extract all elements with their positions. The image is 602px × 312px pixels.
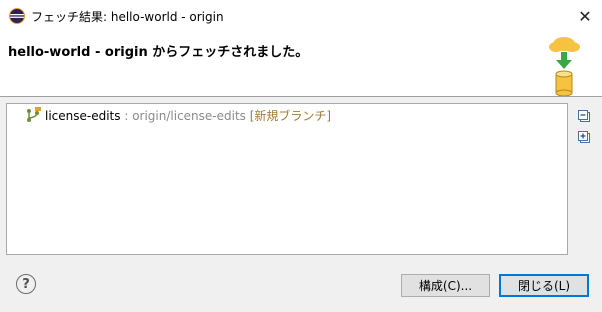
remote-ref: origin/license-edits — [132, 109, 246, 123]
branch-status: [新規ブランチ] — [245, 109, 332, 123]
expand-all-icon[interactable] — [578, 131, 592, 145]
header-message: hello-world - origin からフェッチされました。 — [8, 41, 308, 60]
tree-item-branch[interactable]: license-edits : origin/license-edits [新規… — [25, 107, 331, 125]
header-message-suffix: からフェッチされました。 — [147, 45, 309, 60]
close-button[interactable]: 閉じる(L) — [499, 274, 589, 297]
fetch-cloud-icon — [549, 37, 580, 96]
remote-name: origin — [104, 45, 148, 60]
title-bar: フェッチ結果: hello-world - origin ✕ — [0, 0, 602, 32]
branch-separator: : — [120, 109, 133, 123]
configure-button[interactable]: 構成(C)... — [401, 274, 490, 297]
configure-button-label: 構成(C)... — [418, 279, 473, 293]
help-button[interactable]: ? — [16, 274, 36, 294]
repo-name: hello-world — [8, 45, 91, 60]
eclipse-logo-icon — [9, 8, 25, 24]
window-title: フェッチ結果: hello-world - origin — [31, 10, 224, 24]
close-button-label: 閉じる(L) — [517, 279, 571, 293]
fetch-result-tree[interactable]: license-edits : origin/license-edits [新規… — [6, 103, 568, 255]
branch-name: license-edits — [45, 109, 121, 123]
dialog-header: hello-world - origin からフェッチされました。 — [0, 32, 602, 96]
close-icon: ✕ — [578, 6, 592, 26]
branch-icon — [27, 107, 41, 122]
header-dash: - — [90, 45, 105, 60]
help-icon: ? — [22, 276, 30, 292]
header-separator — [0, 96, 602, 97]
close-window-button[interactable]: ✕ — [568, 0, 602, 32]
collapse-all-icon[interactable] — [578, 110, 592, 124]
